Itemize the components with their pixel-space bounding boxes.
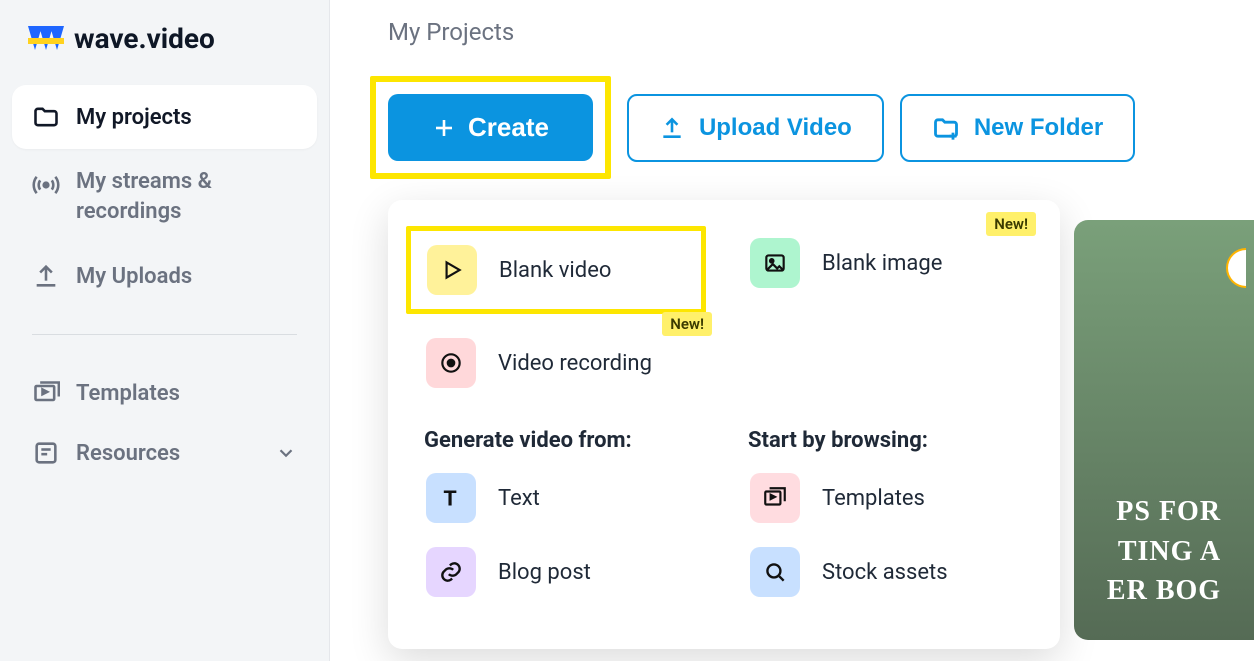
resources-icon — [32, 439, 60, 467]
sidebar-item-label: Resources — [76, 441, 180, 466]
menu-browse-templates[interactable]: Templates — [742, 461, 1030, 535]
templates-icon — [750, 473, 800, 523]
sidebar-item-label: My projects — [76, 105, 192, 130]
sidebar-item-label: My streams & recordings — [76, 167, 297, 226]
play-icon — [427, 245, 477, 295]
main: My Projects Create Upload Video — [330, 0, 1254, 661]
create-menu: Blank video Video recording New! — [388, 200, 1060, 649]
upload-icon — [659, 115, 685, 141]
new-folder-label: New Folder — [974, 114, 1103, 142]
menu-blank-image[interactable]: Blank image New! — [742, 226, 1030, 300]
sidebar-item-uploads[interactable]: My Uploads — [12, 244, 317, 308]
search-icon — [750, 547, 800, 597]
logo-icon — [28, 24, 64, 54]
templates-icon — [32, 379, 60, 407]
menu-from-text[interactable]: T Text — [418, 461, 706, 535]
logo-text: wave.video — [74, 22, 215, 55]
sidebar: wave.video My projects My streams & reco… — [0, 0, 330, 661]
create-label: Create — [468, 112, 549, 143]
generate-heading: Generate video from: — [424, 428, 706, 453]
divider — [32, 334, 297, 335]
menu-item-label: Blank image — [822, 251, 942, 276]
thumbnail-text: PS FOR TING A ER BOG — [1091, 492, 1237, 610]
sidebar-item-streams[interactable]: My streams & recordings — [12, 149, 317, 244]
menu-item-label: Text — [498, 486, 540, 511]
logo[interactable]: wave.video — [12, 22, 317, 85]
menu-item-label: Blank video — [499, 258, 611, 283]
new-badge: New! — [986, 212, 1036, 236]
svg-text:T: T — [443, 487, 456, 511]
upload-video-button[interactable]: Upload Video — [627, 94, 884, 162]
menu-item-label: Stock assets — [822, 560, 948, 585]
menu-item-label: Video recording — [498, 351, 652, 376]
menu-browse-stock[interactable]: Stock assets — [742, 535, 1030, 609]
sidebar-item-label: Templates — [76, 381, 180, 406]
record-icon — [426, 338, 476, 388]
upload-icon — [32, 262, 60, 290]
new-badge: New! — [662, 312, 712, 336]
broadcast-icon — [32, 171, 60, 199]
menu-blank-video[interactable]: Blank video — [406, 226, 706, 314]
menu-video-recording[interactable]: Video recording New! — [418, 326, 706, 400]
new-folder-icon — [932, 114, 960, 142]
plus-icon — [432, 116, 456, 140]
folder-icon — [32, 103, 60, 131]
page-title: My Projects — [388, 18, 1254, 46]
sidebar-item-my-projects[interactable]: My projects — [12, 85, 317, 149]
sidebar-item-templates[interactable]: Templates — [12, 361, 317, 425]
upload-label: Upload Video — [699, 114, 852, 142]
link-icon — [426, 547, 476, 597]
chevron-down-icon — [275, 442, 297, 464]
project-thumbnail[interactable]: PS FOR TING A ER BOG — [1074, 220, 1254, 640]
sidebar-item-label: My Uploads — [76, 264, 192, 289]
new-folder-button[interactable]: New Folder — [900, 94, 1135, 162]
create-highlight: Create — [370, 76, 611, 179]
create-button[interactable]: Create — [388, 94, 593, 161]
toolbar: Create Upload Video New Folder — [388, 76, 1254, 179]
sidebar-item-resources[interactable]: Resources — [12, 425, 317, 481]
menu-item-label: Blog post — [498, 560, 591, 585]
image-icon — [750, 238, 800, 288]
text-icon: T — [426, 473, 476, 523]
browse-heading: Start by browsing: — [748, 428, 1030, 453]
menu-from-blog[interactable]: Blog post — [418, 535, 706, 609]
menu-item-label: Templates — [822, 486, 925, 511]
